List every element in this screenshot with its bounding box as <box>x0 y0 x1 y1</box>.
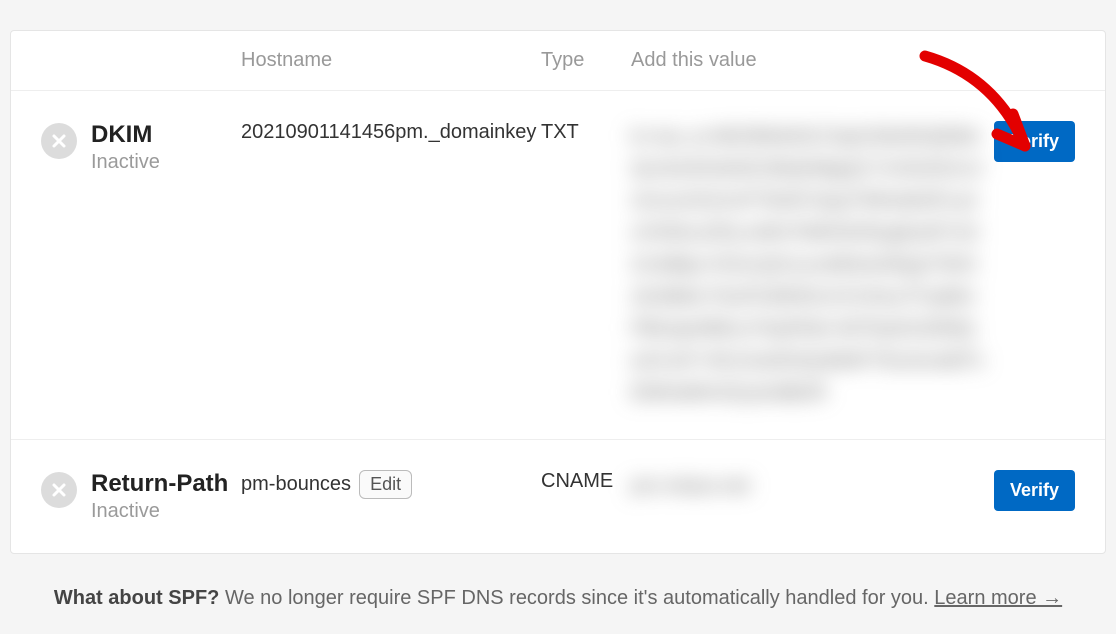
spf-note: What about SPF? We no longer require SPF… <box>40 582 1076 614</box>
record-type: TXT <box>541 121 631 144</box>
dns-records-panel: Hostname Type Add this value DKIM Inacti… <box>10 30 1106 554</box>
record-hostname: 20210901141456pm._domainkey <box>241 121 541 144</box>
record-row-return-path: Return-Path Inactive pm-bounces Edit CNA… <box>11 440 1105 553</box>
record-type: CNAME <box>541 470 631 493</box>
header-value: Add this value <box>631 49 985 72</box>
record-value: pm.mtasv.net <box>631 470 985 502</box>
table-header: Hostname Type Add this value <box>11 31 1105 91</box>
header-type: Type <box>541 49 631 72</box>
spf-body: We no longer require SPF DNS records sin… <box>225 587 929 609</box>
spf-heading: What about SPF? <box>54 587 220 609</box>
record-name: Return-Path <box>91 470 228 499</box>
verify-button[interactable]: Verify <box>994 470 1075 511</box>
close-icon <box>41 472 77 508</box>
record-status: Inactive <box>91 150 160 174</box>
edit-button[interactable]: Edit <box>359 470 412 499</box>
record-status: Inactive <box>91 499 228 523</box>
header-hostname: Hostname <box>241 49 541 72</box>
record-hostname: pm-bounces <box>241 473 351 496</box>
learn-more-link[interactable]: Learn more → <box>934 587 1062 609</box>
record-name: DKIM <box>91 121 160 150</box>
record-value: k=rsa; p=MIGfMA0GCSqGSIb3DQEBAQUAA4GNADC… <box>631 121 985 409</box>
record-row-dkim: DKIM Inactive 20210901141456pm._domainke… <box>11 91 1105 440</box>
verify-button[interactable]: Verify <box>994 121 1075 162</box>
close-icon <box>41 123 77 159</box>
